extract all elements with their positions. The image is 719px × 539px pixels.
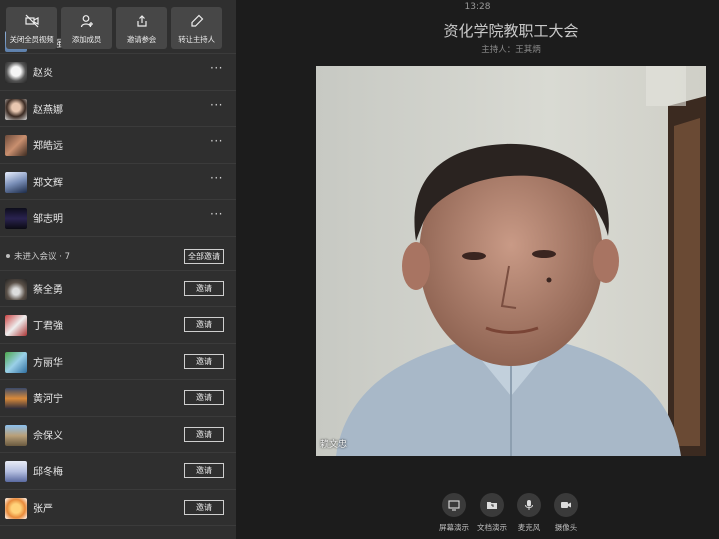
- invite-button[interactable]: 邀请: [184, 317, 224, 332]
- meeting-title: 资化学院教职工大会: [443, 22, 579, 40]
- avatar: [5, 62, 27, 83]
- invite-button[interactable]: 邀请: [184, 280, 224, 296]
- invite-button[interactable]: 邀请: [184, 499, 224, 515]
- control-label: 屏幕演示: [439, 523, 469, 532]
- screen-share-button[interactable]: 屏幕演示: [436, 493, 472, 533]
- toolbar-label: 关闭全员视频: [9, 35, 54, 44]
- document-icon: [480, 493, 504, 517]
- invitee-name: 方丽华: [33, 357, 63, 369]
- microphone-icon: [517, 493, 541, 517]
- toolbar-label: 转让主持人: [178, 35, 215, 44]
- clock: 13:28: [464, 2, 491, 12]
- meeting-controls: 屏幕演示 文档演示 麦克风 摄像头: [436, 493, 586, 539]
- camera-icon: [554, 493, 578, 517]
- more-options-icon[interactable]: ···: [210, 207, 223, 221]
- avatar: [5, 171, 27, 193]
- microphone-button[interactable]: 麦克风: [511, 493, 547, 533]
- bullet-icon: [6, 253, 10, 258]
- speaker-name-label: 赖文忠: [320, 440, 348, 450]
- avatar: [5, 351, 27, 373]
- control-label: 摄像头: [554, 523, 578, 532]
- transfer-host-icon: [190, 14, 203, 27]
- invitee-row: 蔡全勇 邀请: [0, 271, 236, 307]
- invitee-name: 张严: [33, 503, 53, 515]
- invite-button[interactable]: 邀请: [184, 426, 224, 442]
- participant-name: 赵燕娜: [33, 104, 63, 116]
- meeting-host: 主持人：王其炳: [481, 45, 541, 55]
- control-label: 麦克风: [517, 523, 541, 532]
- avatar: [5, 424, 27, 446]
- invite-all-button[interactable]: 全部邀请: [184, 248, 224, 264]
- participant-row[interactable]: 邹志明 ···: [0, 200, 236, 237]
- add-member-icon: [80, 15, 93, 28]
- invitee-name: 黄河宁: [33, 394, 63, 405]
- invitee-row: 方丽华 邀请: [0, 344, 236, 380]
- avatar: [5, 278, 27, 300]
- avatar: [5, 461, 27, 482]
- participant-name: 赵炎: [33, 68, 53, 79]
- participant-name: 邹志明: [33, 214, 63, 225]
- invite-button[interactable]: 邀请: [184, 353, 224, 369]
- video-off-icon: [24, 14, 39, 28]
- avatar: [5, 208, 27, 229]
- not-joined-title: 未进入会议 · 7: [14, 251, 71, 262]
- more-options-icon[interactable]: ···: [210, 98, 223, 112]
- more-options-icon[interactable]: ···: [210, 134, 223, 148]
- transfer-host-button[interactable]: 转让主持人: [171, 7, 222, 49]
- document-share-button[interactable]: 文档演示: [474, 493, 510, 533]
- participant-row[interactable]: 郑文辉 ···: [0, 164, 236, 200]
- invite-button[interactable]: 邀请: [184, 463, 224, 478]
- participant-row[interactable]: 郑皓远 ···: [0, 127, 236, 164]
- invitee-name: 丁君強: [33, 321, 63, 332]
- mute-all-video-button[interactable]: 关闭全员视频: [6, 7, 57, 49]
- invitee-name: 佘保义: [33, 430, 63, 442]
- more-options-icon[interactable]: ···: [210, 61, 223, 75]
- participant-name: 郑文辉: [33, 177, 63, 189]
- avatar: [5, 315, 27, 336]
- invitee-row: 丁君強 邀请: [0, 307, 236, 344]
- participant-row[interactable]: 赵燕娜 ···: [0, 91, 236, 127]
- not-joined-section-header: 未进入会议 · 7 全部邀请: [0, 237, 236, 271]
- invite-meeting-button[interactable]: 邀请参会: [116, 7, 167, 49]
- toolbar-label: 添加成员: [71, 35, 102, 44]
- speaker-video[interactable]: 赖文忠: [316, 66, 706, 456]
- invitee-row: 佘保义 邀请: [0, 417, 236, 453]
- avatar: [5, 135, 27, 156]
- camera-button[interactable]: 摄像头: [548, 493, 584, 533]
- add-member-button[interactable]: 添加成员: [61, 7, 112, 49]
- toolbar-label: 邀请参会: [126, 35, 157, 44]
- participants-panel: 张盛强 ··· 赵炎 ··· 赵燕娜 ··· 郑皓远 ··· 郑文辉 ··· 邹…: [0, 0, 236, 539]
- meeting-stage: 13:28 资化学院教职工大会 主持人：王其炳 赖文忠 屏幕演示 文档演示 麦克…: [236, 0, 719, 539]
- share-icon: [136, 15, 147, 27]
- avatar: [5, 497, 27, 519]
- participant-name: 郑皓远: [33, 141, 63, 152]
- invitee-row: 张严 邀请: [0, 490, 236, 526]
- invitee-name: 蔡全勇: [33, 284, 63, 296]
- host-toolbar: 关闭全员视频 添加成员 邀请参会 转让主持人: [0, 0, 236, 50]
- participant-row[interactable]: 赵炎 ···: [0, 54, 236, 91]
- speaker-video-frame: [316, 66, 706, 456]
- more-options-icon[interactable]: ···: [210, 171, 223, 185]
- invite-button[interactable]: 邀请: [184, 390, 224, 405]
- avatar: [5, 388, 27, 409]
- invitee-name: 邱冬梅: [33, 467, 63, 478]
- screen-share-icon: [442, 493, 466, 517]
- control-label: 文档演示: [477, 523, 507, 532]
- avatar: [5, 98, 27, 120]
- invitee-row: 邱冬梅 邀请: [0, 453, 236, 490]
- participant-list: 张盛强 ··· 赵炎 ··· 赵燕娜 ··· 郑皓远 ··· 郑文辉 ··· 邹…: [0, 31, 236, 526]
- invitee-row: 黄河宁 邀请: [0, 380, 236, 417]
